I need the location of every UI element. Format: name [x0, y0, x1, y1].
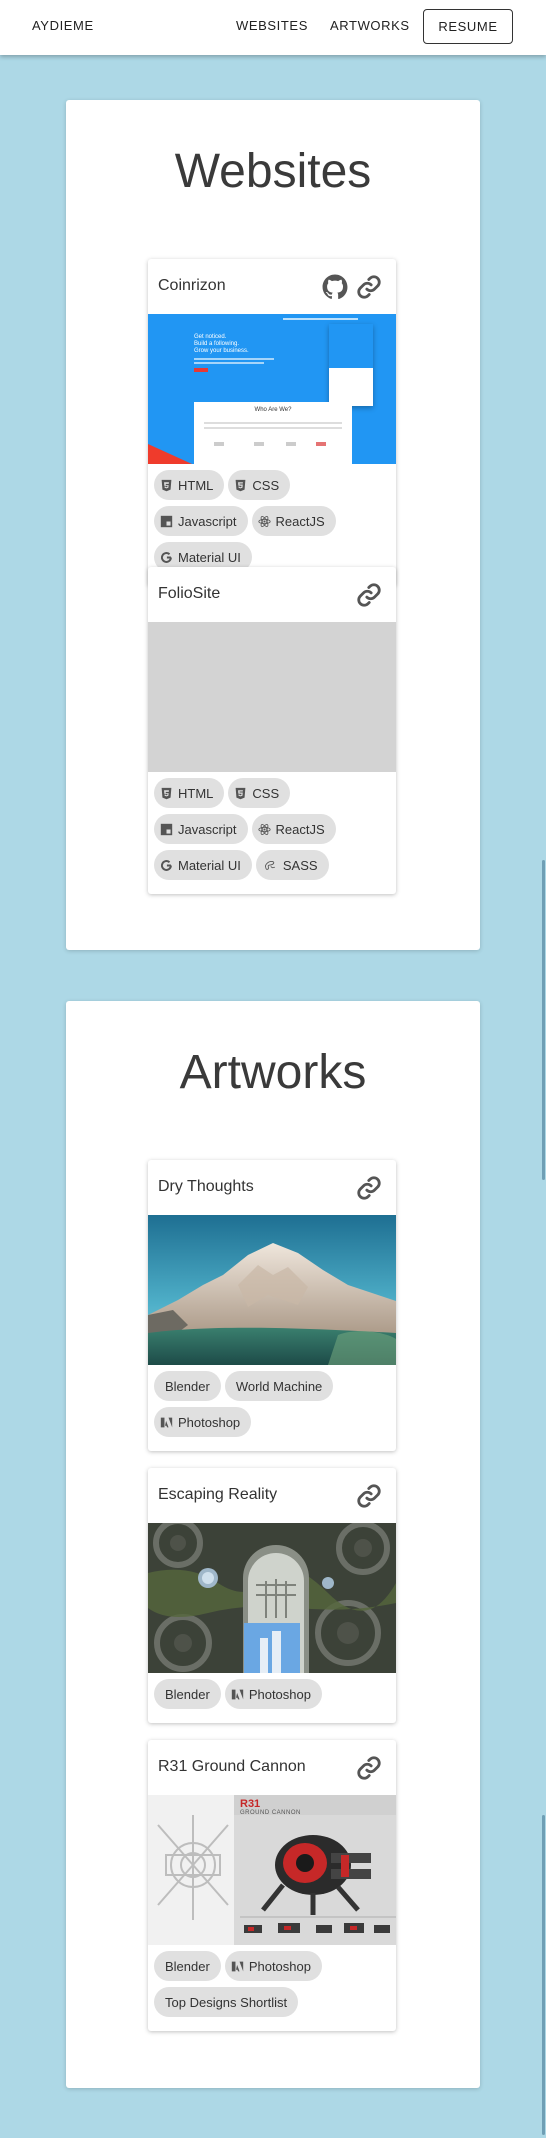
chip-list: Blender Photoshop: [148, 1673, 396, 1723]
github-icon[interactable]: [322, 274, 348, 300]
artwork-card-escaping-reality: Escaping Reality Blender Photoshop: [148, 1468, 396, 1723]
preview-cta: [194, 368, 208, 372]
adobe-icon: [231, 1689, 243, 1699]
preview-headline-2: Build a following.: [194, 341, 240, 347]
brand-logo[interactable]: AYDIEME: [32, 18, 94, 33]
card-header: R31 Ground Cannon: [148, 1740, 396, 1795]
dry-thoughts-image[interactable]: [148, 1215, 396, 1365]
chip-html: HTML: [154, 778, 225, 808]
adobe-icon: [231, 1961, 243, 1971]
adobe-icon: [160, 1417, 173, 1427]
coinrizon-preview-image[interactable]: Get noticed. Build a following. Grow you…: [148, 314, 396, 464]
preview-mobile-mockup: [329, 324, 373, 406]
chip-blender: Blender: [154, 1951, 221, 1981]
artwork-card-r31-ground-cannon: R31 Ground Cannon R31 GROUND CANNON Blen…: [148, 1740, 396, 2031]
link-icon[interactable]: [356, 1483, 382, 1509]
preview-red-accent: [148, 444, 192, 464]
chip-photoshop: Photoshop: [224, 1951, 322, 1981]
nav-link-artworks[interactable]: ARTWORKS: [330, 18, 410, 33]
chip-top-designs-shortlist: Top Designs Shortlist: [154, 1987, 299, 2017]
websites-title: Websites: [174, 145, 372, 198]
react-icon: [257, 823, 271, 835]
chip-list: Blender World Machine Photoshop: [148, 1365, 396, 1451]
mountain-landscape-image: [148, 1215, 396, 1365]
preview-headline-1: Get noticed.: [194, 334, 227, 340]
preview-section-heading: Who Are We?: [254, 407, 292, 413]
chip-list: HTML CSS Javascript ReactJS Material UI …: [148, 772, 396, 894]
chip-css: CSS: [228, 778, 291, 808]
project-card-foliosite: FolioSite HTML CSS Javascript ReactJS Ma…: [148, 567, 396, 894]
chip-blender: Blender: [154, 1371, 221, 1401]
html5-icon: [161, 479, 172, 491]
javascript-icon: [160, 823, 173, 835]
react-icon: [257, 515, 271, 527]
r31-code-label: R31: [240, 1798, 261, 1810]
app-bar: AYDIEME WEBSITES ARTWORKS RESUME: [0, 0, 546, 55]
card-title: R31 Ground Cannon: [158, 1758, 306, 1775]
card-header: Dry Thoughts: [148, 1160, 396, 1215]
chip-list: Blender Photoshop Top Designs Shortlist: [148, 1945, 396, 2031]
google-icon: [160, 859, 172, 871]
card-header: Escaping Reality: [148, 1468, 396, 1523]
project-card-coinrizon: Coinrizon Get noticed. Build a following…: [148, 259, 396, 586]
r31-subtitle-label: GROUND CANNON: [240, 1810, 301, 1816]
link-icon[interactable]: [356, 1755, 382, 1781]
link-icon[interactable]: [356, 274, 382, 300]
link-icon[interactable]: [356, 582, 382, 608]
card-header: Coinrizon: [148, 259, 396, 314]
gears-window-image: [148, 1523, 396, 1673]
card-title: Coinrizon: [158, 277, 226, 294]
chip-reactjs: ReactJS: [251, 814, 336, 844]
chip-photoshop: Photoshop: [154, 1407, 252, 1437]
card-header: FolioSite: [148, 567, 396, 622]
chip-sass: SASS: [255, 850, 329, 880]
cannon-render-image: [148, 1795, 396, 1945]
escaping-reality-image[interactable]: [148, 1523, 396, 1673]
preview-headline-3: Grow your business.: [194, 348, 249, 354]
link-icon[interactable]: [356, 1175, 382, 1201]
preview-navbar: [148, 314, 396, 322]
resume-button[interactable]: RESUME: [423, 9, 513, 44]
r31-ground-cannon-image[interactable]: R31 GROUND CANNON: [148, 1795, 396, 1945]
chip-javascript: Javascript: [154, 814, 248, 844]
artworks-title: Artworks: [179, 1046, 367, 1099]
chip-world-machine: World Machine: [224, 1371, 334, 1401]
scrollbar-thumb-secondary[interactable]: [542, 1815, 545, 2135]
card-title: Escaping Reality: [158, 1486, 278, 1503]
nav-link-websites[interactable]: WEBSITES: [236, 18, 308, 33]
chip-blender: Blender: [154, 1679, 221, 1709]
css3-icon: [236, 479, 246, 491]
chip-javascript: Javascript: [154, 506, 248, 536]
sass-icon: [264, 860, 275, 870]
websites-section: Websites Coinrizon Get noticed. Build a …: [66, 100, 480, 950]
card-title: Dry Thoughts: [158, 1178, 254, 1195]
css3-icon: [236, 787, 246, 799]
artworks-section: Artworks Dry Thoughts Blender World Mach…: [66, 1001, 480, 2088]
scrollbar-thumb[interactable]: [542, 860, 545, 1180]
javascript-icon: [160, 515, 173, 527]
chip-photoshop: Photoshop: [224, 1679, 322, 1709]
foliosite-preview-placeholder[interactable]: [148, 622, 396, 772]
html5-icon: [161, 787, 172, 799]
google-icon: [160, 551, 172, 563]
preview-content-panel: Who Are We?: [194, 402, 352, 464]
card-title: FolioSite: [158, 585, 221, 602]
chip-css: CSS: [228, 470, 291, 500]
artwork-card-dry-thoughts: Dry Thoughts Blender World Machine Photo…: [148, 1160, 396, 1451]
chip-reactjs: ReactJS: [251, 506, 336, 536]
chip-html: HTML: [154, 470, 225, 500]
chip-material-ui: Material UI: [154, 850, 252, 880]
